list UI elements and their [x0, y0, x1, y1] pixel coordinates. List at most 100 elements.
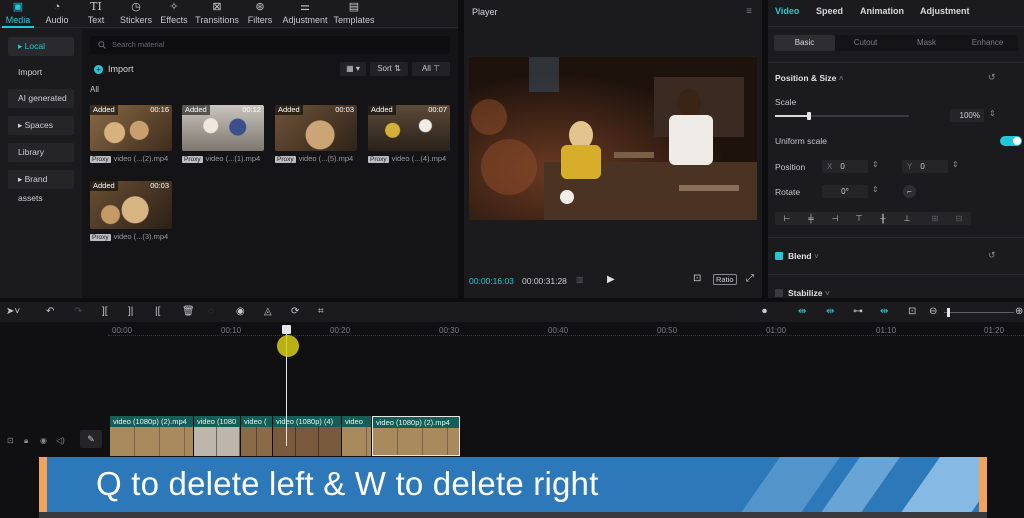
uniform-scale-toggle[interactable]: [1000, 136, 1022, 146]
fullscreen-icon[interactable]: ⤢: [746, 273, 754, 284]
align-bottom-icon[interactable]: ⊥: [895, 212, 919, 225]
ratio-button[interactable]: Ratio: [713, 274, 737, 285]
tool-templates[interactable]: ▤ Templates: [332, 0, 376, 28]
scale-slider-handle[interactable]: [806, 112, 811, 120]
filter-button[interactable]: All ⊤: [412, 62, 450, 76]
align-left-icon[interactable]: ⊢: [775, 212, 799, 225]
tool-filters[interactable]: ⊛ Filters: [245, 0, 275, 28]
rotate-dial-icon[interactable]: ⌐: [903, 185, 916, 198]
rotate-field[interactable]: 0°: [822, 185, 868, 198]
subtab-enhance[interactable]: Enhance: [957, 35, 1018, 51]
stepper-icon[interactable]: ⇕: [872, 185, 879, 194]
scale-value-field[interactable]: 100%: [950, 109, 984, 122]
rotate-icon[interactable]: ⟳: [291, 306, 299, 318]
stepper-icon[interactable]: ⇕: [989, 109, 996, 118]
sidebar-item-brand-assets[interactable]: ▸ Brand assets: [8, 170, 74, 203]
playhead-handle[interactable]: [282, 325, 291, 334]
tool-transitions[interactable]: ⊠ Transitions: [194, 0, 240, 28]
sidebar-item-ai-generated[interactable]: AI generated: [8, 89, 74, 108]
delete-icon[interactable]: 🗑: [182, 306, 195, 318]
tool-effects[interactable]: ✧ Effects: [158, 0, 190, 28]
timeline-clip[interactable]: video: [342, 416, 372, 456]
menu-icon[interactable]: ≡: [746, 6, 752, 17]
stepper-icon[interactable]: ⇕: [872, 160, 879, 169]
mirror-icon[interactable]: ◬: [264, 306, 272, 318]
scale-slider[interactable]: [775, 112, 909, 120]
tool-adjustment[interactable]: ⚌ Adjustment: [281, 0, 329, 28]
freeze-icon[interactable]: ◌: [208, 306, 214, 318]
reset-icon[interactable]: ↺: [988, 250, 996, 261]
zoom-in-icon[interactable]: ⊕: [1015, 306, 1023, 318]
zoom-slider[interactable]: [944, 308, 1014, 317]
lock-icon[interactable]: 🔒︎: [24, 436, 28, 446]
media-clip[interactable]: Added 00:12 Proxy video (...(1).mp4: [182, 105, 264, 163]
distribute-v-icon[interactable]: ⊟: [947, 212, 971, 225]
media-clip[interactable]: Added 00:03 Proxy video (...(5).mp4: [275, 105, 357, 163]
timeline-clip[interactable]: video (: [241, 416, 273, 456]
zoom-slider-handle[interactable]: [947, 308, 950, 317]
tool-audio[interactable]: ◔ Audio: [40, 0, 74, 28]
preview-axis-icon[interactable]: ⇹: [880, 306, 888, 318]
blend-checkbox[interactable]: [775, 252, 783, 260]
import-button[interactable]: + Import: [94, 62, 134, 76]
tab-animation[interactable]: Animation: [860, 6, 904, 16]
stabilize-checkbox[interactable]: [775, 289, 783, 297]
split-icon[interactable]: ][: [102, 306, 108, 318]
video-preview[interactable]: [469, 57, 757, 220]
select-tool-icon[interactable]: ➤˅: [6, 306, 20, 318]
align-center-v-icon[interactable]: ╫: [871, 212, 895, 225]
sort-button[interactable]: Sort ⇅: [370, 62, 408, 76]
tool-text[interactable]: TI Text: [82, 0, 110, 28]
media-clip[interactable]: Added 00:07 Proxy video (...(4).mp4: [368, 105, 450, 163]
timeline-clip-selected[interactable]: video (1080p) (2).mp4: [372, 416, 460, 456]
zoom-out-icon[interactable]: ⊖: [929, 306, 937, 318]
banner-stripe: [890, 457, 987, 512]
ruler-tick: 00:40: [548, 326, 569, 335]
microphone-icon[interactable]: ⏺: [762, 306, 767, 318]
fit-view-icon[interactable]: ⊡: [693, 273, 701, 284]
search-input[interactable]: Search material: [90, 36, 450, 54]
edit-cover-icon[interactable]: ✎: [80, 430, 102, 448]
sidebar-item-spaces[interactable]: ▸ Spaces: [8, 116, 74, 135]
media-clip[interactable]: Added 00:03 Proxy video (...(3).mp4: [90, 181, 172, 241]
auto-snap-icon[interactable]: ⇹: [826, 306, 834, 318]
tab-adjustment[interactable]: Adjustment: [920, 6, 970, 16]
crop-icon[interactable]: ⌗: [318, 306, 324, 318]
redo-icon[interactable]: ↷: [74, 306, 82, 318]
subtab-mask[interactable]: Mask: [896, 35, 957, 51]
speaker-icon[interactable]: ◁): [56, 436, 65, 445]
sidebar-item-import[interactable]: Import: [8, 63, 74, 82]
tool-media[interactable]: ▣ Media: [2, 0, 34, 28]
align-top-icon[interactable]: ⊤: [847, 212, 871, 225]
reset-icon[interactable]: ↺: [988, 72, 996, 83]
position-x-field[interactable]: X0: [822, 160, 868, 173]
link-icon[interactable]: ⊶: [853, 306, 863, 318]
subtab-cutout[interactable]: Cutout: [835, 35, 896, 51]
align-right-icon[interactable]: ⊣: [823, 212, 847, 225]
thumbnail-icon[interactable]: ⊡: [908, 306, 916, 318]
subtab-basic[interactable]: Basic: [774, 35, 835, 51]
position-y-field[interactable]: Y0: [902, 160, 948, 173]
align-center-h-icon[interactable]: ╪: [799, 212, 823, 225]
stepper-icon[interactable]: ⇕: [952, 160, 959, 169]
play-button[interactable]: ▶: [607, 274, 615, 285]
delete-right-icon[interactable]: |[: [155, 306, 160, 318]
eye-icon[interactable]: ◉: [40, 436, 47, 445]
timeline-clip[interactable]: video (1080p) (2).mp4: [110, 416, 194, 456]
track-cover-icon[interactable]: ⊡: [7, 436, 14, 445]
undo-icon[interactable]: ↶: [46, 306, 54, 318]
reverse-icon[interactable]: ◉: [236, 306, 245, 318]
view-mode-button[interactable]: ▦ ▾: [340, 62, 366, 76]
main-track-magnet-icon[interactable]: ⇹: [798, 306, 806, 318]
timeline-clip[interactable]: video (1080: [194, 416, 241, 456]
tab-speed[interactable]: Speed: [816, 6, 843, 16]
timeline-clip[interactable]: video (1080p) (4): [273, 416, 342, 456]
asset-toolbar: ▣ Media ◔ Audio TI Text ◷ Stickers ✧ Eff…: [0, 0, 458, 28]
sidebar-item-library[interactable]: Library: [8, 143, 74, 162]
delete-left-icon[interactable]: ]|: [128, 306, 133, 318]
distribute-h-icon[interactable]: ⊞: [923, 212, 947, 225]
tool-stickers[interactable]: ◷ Stickers: [116, 0, 156, 28]
media-clip[interactable]: Added 00:16 Proxy video (...(2).mp4: [90, 105, 172, 163]
sidebar-item-local[interactable]: ▸ Local: [8, 37, 74, 56]
tab-video[interactable]: Video: [775, 6, 799, 16]
